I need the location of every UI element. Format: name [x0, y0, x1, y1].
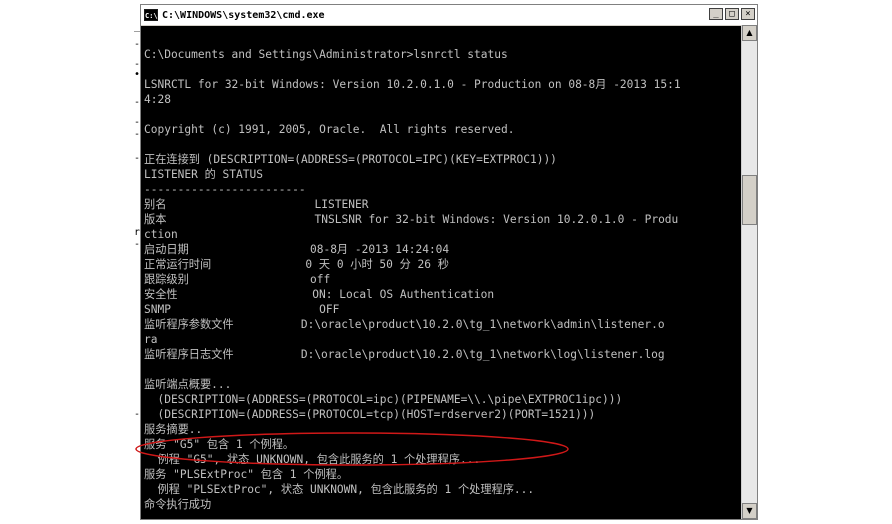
console-line: 别名 LISTENER: [144, 198, 369, 211]
console-line: 例程 "G5", 状态 UNKNOWN, 包含此服务的 1 个处理程序...: [144, 453, 481, 466]
console-line: LISTENER 的 STATUS: [144, 168, 263, 181]
console-line: 服务 "G5" 包含 1 个例程。: [144, 438, 295, 451]
title-bar[interactable]: C:\ C:\WINDOWS\system32\cmd.exe _ □ ×: [141, 5, 757, 26]
console-line: ra: [144, 333, 158, 346]
console-line: 监听程序日志文件 D:\oracle\product\10.2.0\tg_1\n…: [144, 348, 665, 361]
console-line: ction: [144, 228, 178, 241]
console-line: Copyright (c) 1991, 2005, Oracle. All ri…: [144, 123, 515, 136]
console-line: (DESCRIPTION=(ADDRESS=(PROTOCOL=tcp)(HOS…: [144, 408, 596, 421]
window-controls: _ □ ×: [709, 8, 755, 20]
close-button[interactable]: ×: [741, 8, 755, 20]
console-line: 正在连接到 (DESCRIPTION=(ADDRESS=(PROTOCOL=IP…: [144, 153, 557, 166]
cmd-window[interactable]: C:\ C:\WINDOWS\system32\cmd.exe _ □ × C:…: [140, 4, 758, 520]
console-line: 版本 TNSLSNR for 32-bit Windows: Version 1…: [144, 213, 679, 226]
console-line: 监听端点概要...: [144, 378, 232, 391]
console-line: 4:28: [144, 93, 171, 106]
console-line: ------------------------: [144, 183, 306, 196]
console-line: LSNRCTL for 32-bit Windows: Version 10.2…: [144, 78, 681, 91]
console-line: 启动日期 08-8月 -2013 14:24:04: [144, 243, 450, 256]
window-title: C:\WINDOWS\system32\cmd.exe: [162, 9, 325, 21]
console-line: 命令执行成功: [144, 498, 212, 511]
console-line: C:\Documents and Settings\Administrator>…: [144, 48, 508, 61]
scroll-up-arrow-icon[interactable]: ▲: [742, 25, 757, 41]
console-output[interactable]: C:\Documents and Settings\Administrator>…: [144, 25, 740, 519]
console-line: (DESCRIPTION=(ADDRESS=(PROTOCOL=ipc)(PIP…: [144, 393, 623, 406]
console-line: 跟踪级别 off: [144, 273, 331, 286]
console-line: SNMP OFF: [144, 303, 340, 316]
cmd-app-icon: C:\: [144, 9, 158, 21]
vertical-scrollbar[interactable]: ▲ ▼: [741, 25, 757, 519]
console-line: 服务摘要..: [144, 423, 203, 436]
console-line: 安全性 ON: Local OS Authentication: [144, 288, 495, 301]
console-line: 正常运行时间 0 天 0 小时 50 分 26 秒: [144, 258, 449, 271]
scrollbar-thumb[interactable]: [742, 175, 757, 225]
scroll-down-arrow-icon[interactable]: ▼: [742, 503, 757, 519]
console-line: 例程 "PLSExtProc", 状态 UNKNOWN, 包含此服务的 1 个处…: [144, 483, 535, 496]
console-line: 服务 "PLSExtProc" 包含 1 个例程。: [144, 468, 349, 481]
maximize-button[interactable]: □: [725, 8, 739, 20]
console-line: 监听程序参数文件 D:\oracle\product\10.2.0\tg_1\n…: [144, 318, 665, 331]
minimize-button[interactable]: _: [709, 8, 723, 20]
